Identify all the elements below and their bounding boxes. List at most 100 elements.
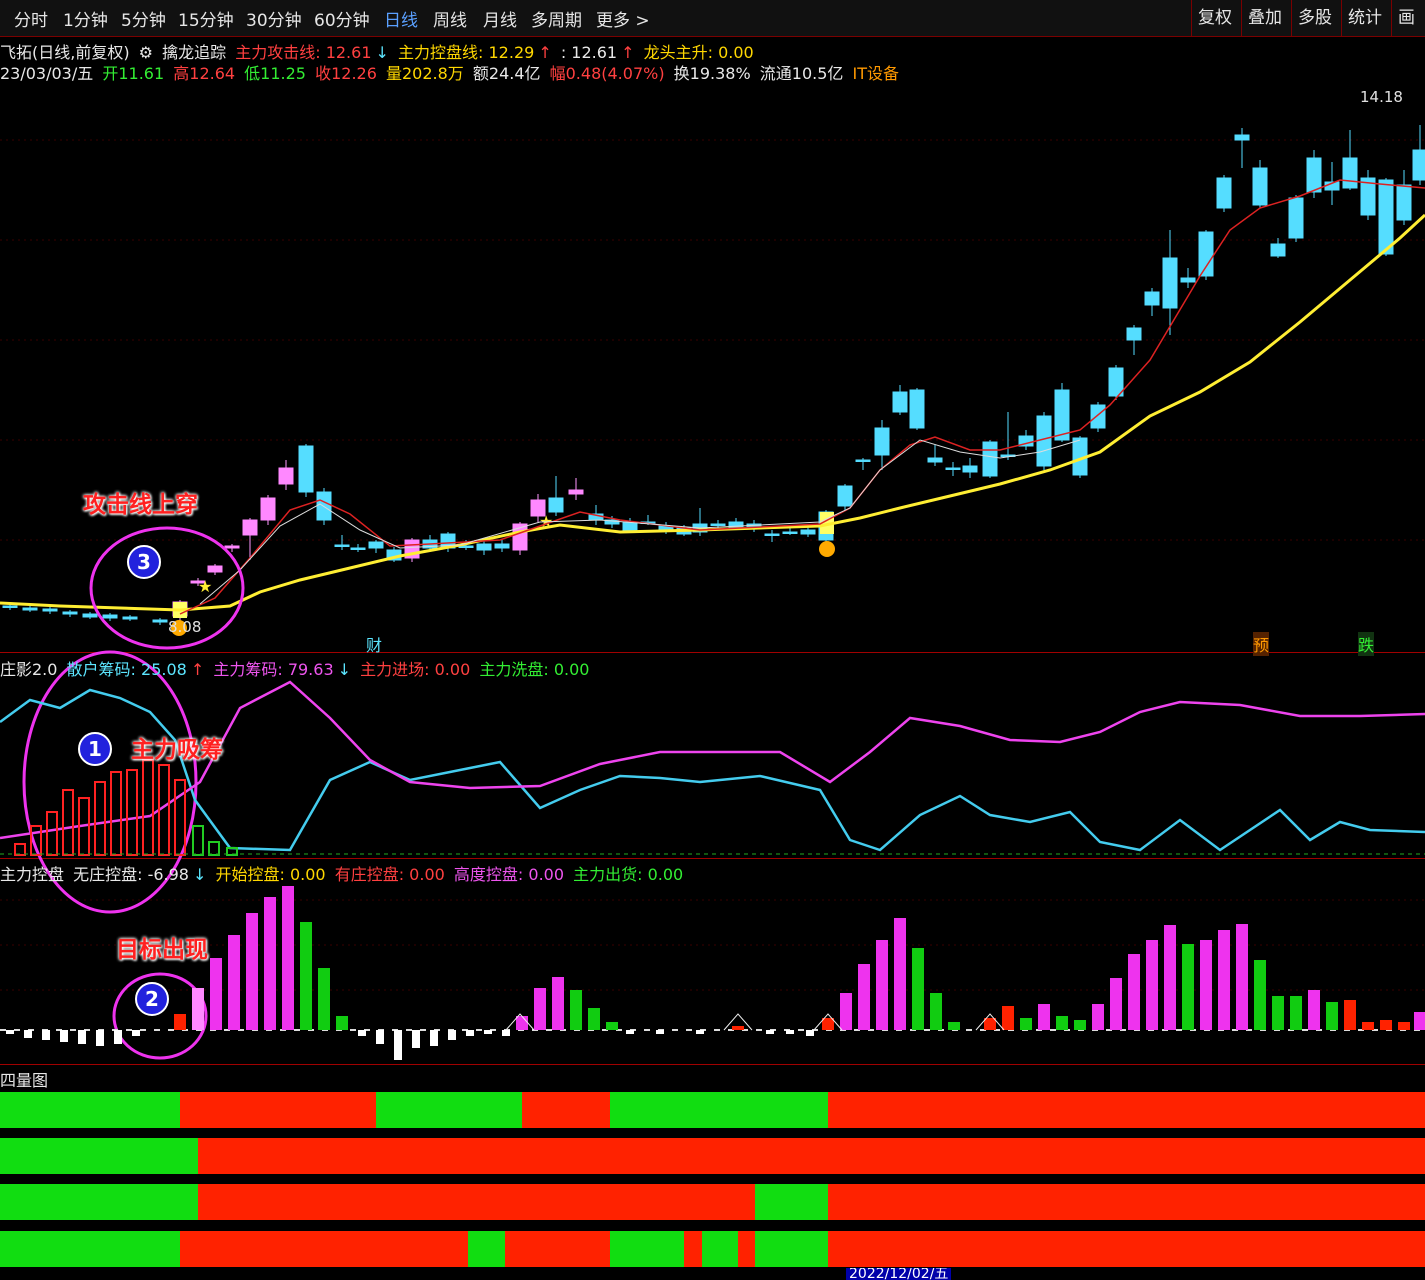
control-bar — [1218, 930, 1230, 1030]
negative-bar — [626, 1030, 634, 1034]
annotation-badge-3: 3 — [127, 545, 161, 579]
down-arrow-icon: ↓ — [337, 660, 352, 679]
panel2-title[interactable]: 庄影2.0 — [0, 660, 57, 679]
candle-body — [350, 547, 366, 550]
candle-body — [242, 519, 258, 536]
negative-bar — [114, 1030, 122, 1044]
control-bar — [318, 968, 330, 1030]
kline-chart-canvas[interactable]: ★★ — [0, 0, 1425, 1280]
volume-strip — [180, 1231, 468, 1267]
candle-body — [42, 608, 58, 612]
volume-strip — [702, 1231, 738, 1267]
candle-body — [494, 543, 510, 549]
negative-bar — [484, 1030, 492, 1034]
candle-body — [152, 619, 168, 623]
negative-bar — [78, 1030, 86, 1044]
annotation-badge-2: 2 — [135, 982, 169, 1016]
candle-body — [298, 445, 314, 493]
star-icon: ★ — [198, 577, 212, 596]
panel3-title[interactable]: 主力控盘 — [0, 865, 64, 884]
annotation-target-appears: 目标出现 — [116, 937, 208, 963]
finance-marker[interactable]: 财 — [366, 632, 382, 656]
negative-bar — [448, 1030, 456, 1040]
negative-bar — [502, 1030, 510, 1036]
control-bar — [1344, 1000, 1356, 1030]
control-bar — [732, 1026, 744, 1030]
panel4-header: 四量图 — [0, 1067, 52, 1091]
attack-line — [179, 179, 1425, 615]
control-bar — [1326, 1002, 1338, 1030]
negative-bar — [394, 1030, 402, 1060]
candle-body — [334, 544, 350, 547]
control-bar — [984, 1018, 996, 1030]
retail-chips-line — [0, 688, 1425, 852]
candle-body — [982, 441, 998, 477]
rise-signal-icon — [819, 541, 835, 557]
candle-body — [260, 497, 276, 521]
control-bar — [210, 958, 222, 1030]
candle-body — [1162, 257, 1178, 309]
negative-bar — [358, 1030, 366, 1036]
control-bar — [1002, 1006, 1014, 1030]
chip-bar — [174, 779, 186, 856]
panel4-title[interactable]: 四量图 — [0, 1071, 48, 1090]
volume-strip — [180, 1092, 376, 1128]
down-arrow-icon: ↓ — [193, 865, 207, 884]
main-ship-value: 主力出货: 0.00 — [573, 865, 684, 884]
high-control-value: 高度控盘: 0.00 — [453, 865, 565, 884]
control-bar — [1414, 1012, 1425, 1030]
highlight-circle — [89, 526, 245, 650]
candle-body — [855, 459, 871, 462]
control-bar — [282, 886, 294, 1030]
control-bar — [264, 897, 276, 1030]
volume-strip — [755, 1231, 828, 1267]
candle-body — [102, 614, 118, 619]
negative-bar — [96, 1030, 104, 1046]
forecast-marker[interactable]: 预 — [1253, 632, 1270, 656]
chip-bar — [142, 759, 154, 856]
control-bar — [840, 993, 852, 1030]
candle-body — [1396, 184, 1412, 221]
candle-body — [837, 485, 853, 507]
candle-body — [945, 467, 961, 470]
negative-bar — [656, 1030, 664, 1034]
low-price-label: 8.08 — [168, 618, 202, 636]
volume-strip — [0, 1092, 180, 1128]
candle-body — [909, 389, 925, 429]
candle-body — [1090, 404, 1106, 429]
control-bar — [1020, 1018, 1032, 1030]
control-bar — [912, 948, 924, 1030]
candle-body — [1270, 243, 1286, 257]
negative-bar — [430, 1030, 438, 1046]
control-bar — [930, 993, 942, 1030]
negative-bar — [466, 1030, 474, 1036]
control-bar — [1182, 944, 1194, 1030]
candle-body — [1342, 157, 1358, 189]
candle-body — [892, 391, 908, 413]
candle-body — [2, 605, 18, 608]
control-bar — [1236, 924, 1248, 1030]
chip-bar — [46, 811, 58, 856]
control-bar — [534, 988, 546, 1030]
control-bar — [1074, 1020, 1086, 1030]
chip-bar — [14, 843, 26, 856]
volume-strip — [828, 1231, 1425, 1267]
control-bar — [1362, 1022, 1374, 1030]
control-bar — [1398, 1022, 1410, 1030]
candle-body — [710, 523, 726, 526]
date-cursor-label: 2022/12/02/五 — [846, 1268, 952, 1280]
volume-strip — [0, 1184, 198, 1220]
candle-body — [22, 607, 38, 611]
negative-bar — [376, 1030, 384, 1044]
candle-body — [368, 541, 384, 549]
fall-marker[interactable]: 跌 — [1358, 632, 1375, 656]
candle-body — [764, 533, 780, 536]
candle-body — [1144, 291, 1160, 306]
candle-body — [207, 565, 223, 573]
control-bar — [1272, 996, 1284, 1030]
control-bar — [1038, 1004, 1050, 1030]
control-bar — [1092, 1004, 1104, 1030]
control-bar — [228, 935, 240, 1030]
candle-body — [1412, 149, 1425, 181]
annotation-attack-cross: 攻击线上穿 — [83, 492, 198, 518]
